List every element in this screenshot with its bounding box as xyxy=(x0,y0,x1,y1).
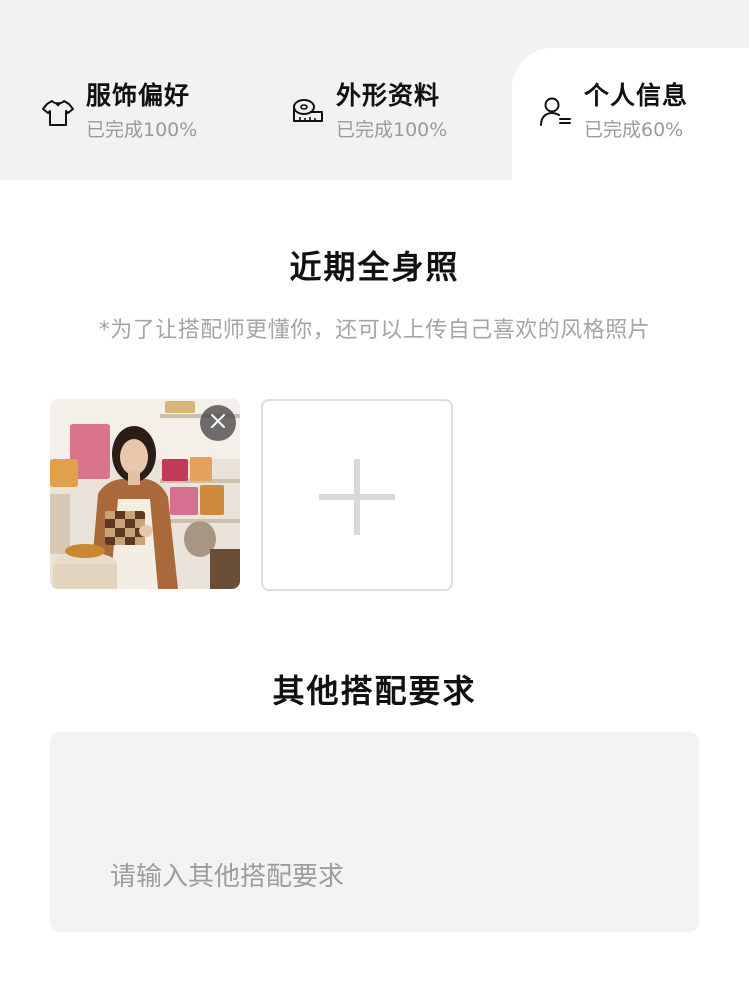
requirements-input[interactable] xyxy=(50,732,699,932)
photo-section-title: 近期全身照 xyxy=(289,248,460,286)
tab-title: 外形资料 xyxy=(336,81,441,110)
tab-title: 服饰偏好 xyxy=(86,81,191,110)
remove-photo-button[interactable] xyxy=(200,405,236,441)
tab-clothing-preferences[interactable]: 服饰偏好 已完成100% xyxy=(40,78,197,158)
photo-hint: *为了让搭配师更懂你，还可以上传自己喜欢的风格照片 xyxy=(98,318,651,343)
requirements-title: 其他搭配要求 xyxy=(272,672,477,710)
tab-progress-text: 已完成100% xyxy=(336,119,448,141)
tab-body-profile[interactable]: 外形资料 已完成100% xyxy=(290,78,447,158)
user-profile-icon xyxy=(538,94,574,130)
tab-progress-text: 已完成100% xyxy=(86,119,198,141)
tab-bar: 服饰偏好 已完成100% 外形资料 已完成100% 个人信息 已完成60% xyxy=(0,0,749,188)
measuring-tape-icon xyxy=(290,94,326,130)
tab-title: 个人信息 xyxy=(584,81,689,110)
close-icon xyxy=(210,413,226,433)
add-photo-button[interactable] xyxy=(261,399,453,591)
tshirt-icon xyxy=(40,94,76,130)
tab-progress-text: 已完成60% xyxy=(584,119,684,141)
tab-personal-info[interactable]: 个人信息 已完成60% xyxy=(538,78,688,158)
